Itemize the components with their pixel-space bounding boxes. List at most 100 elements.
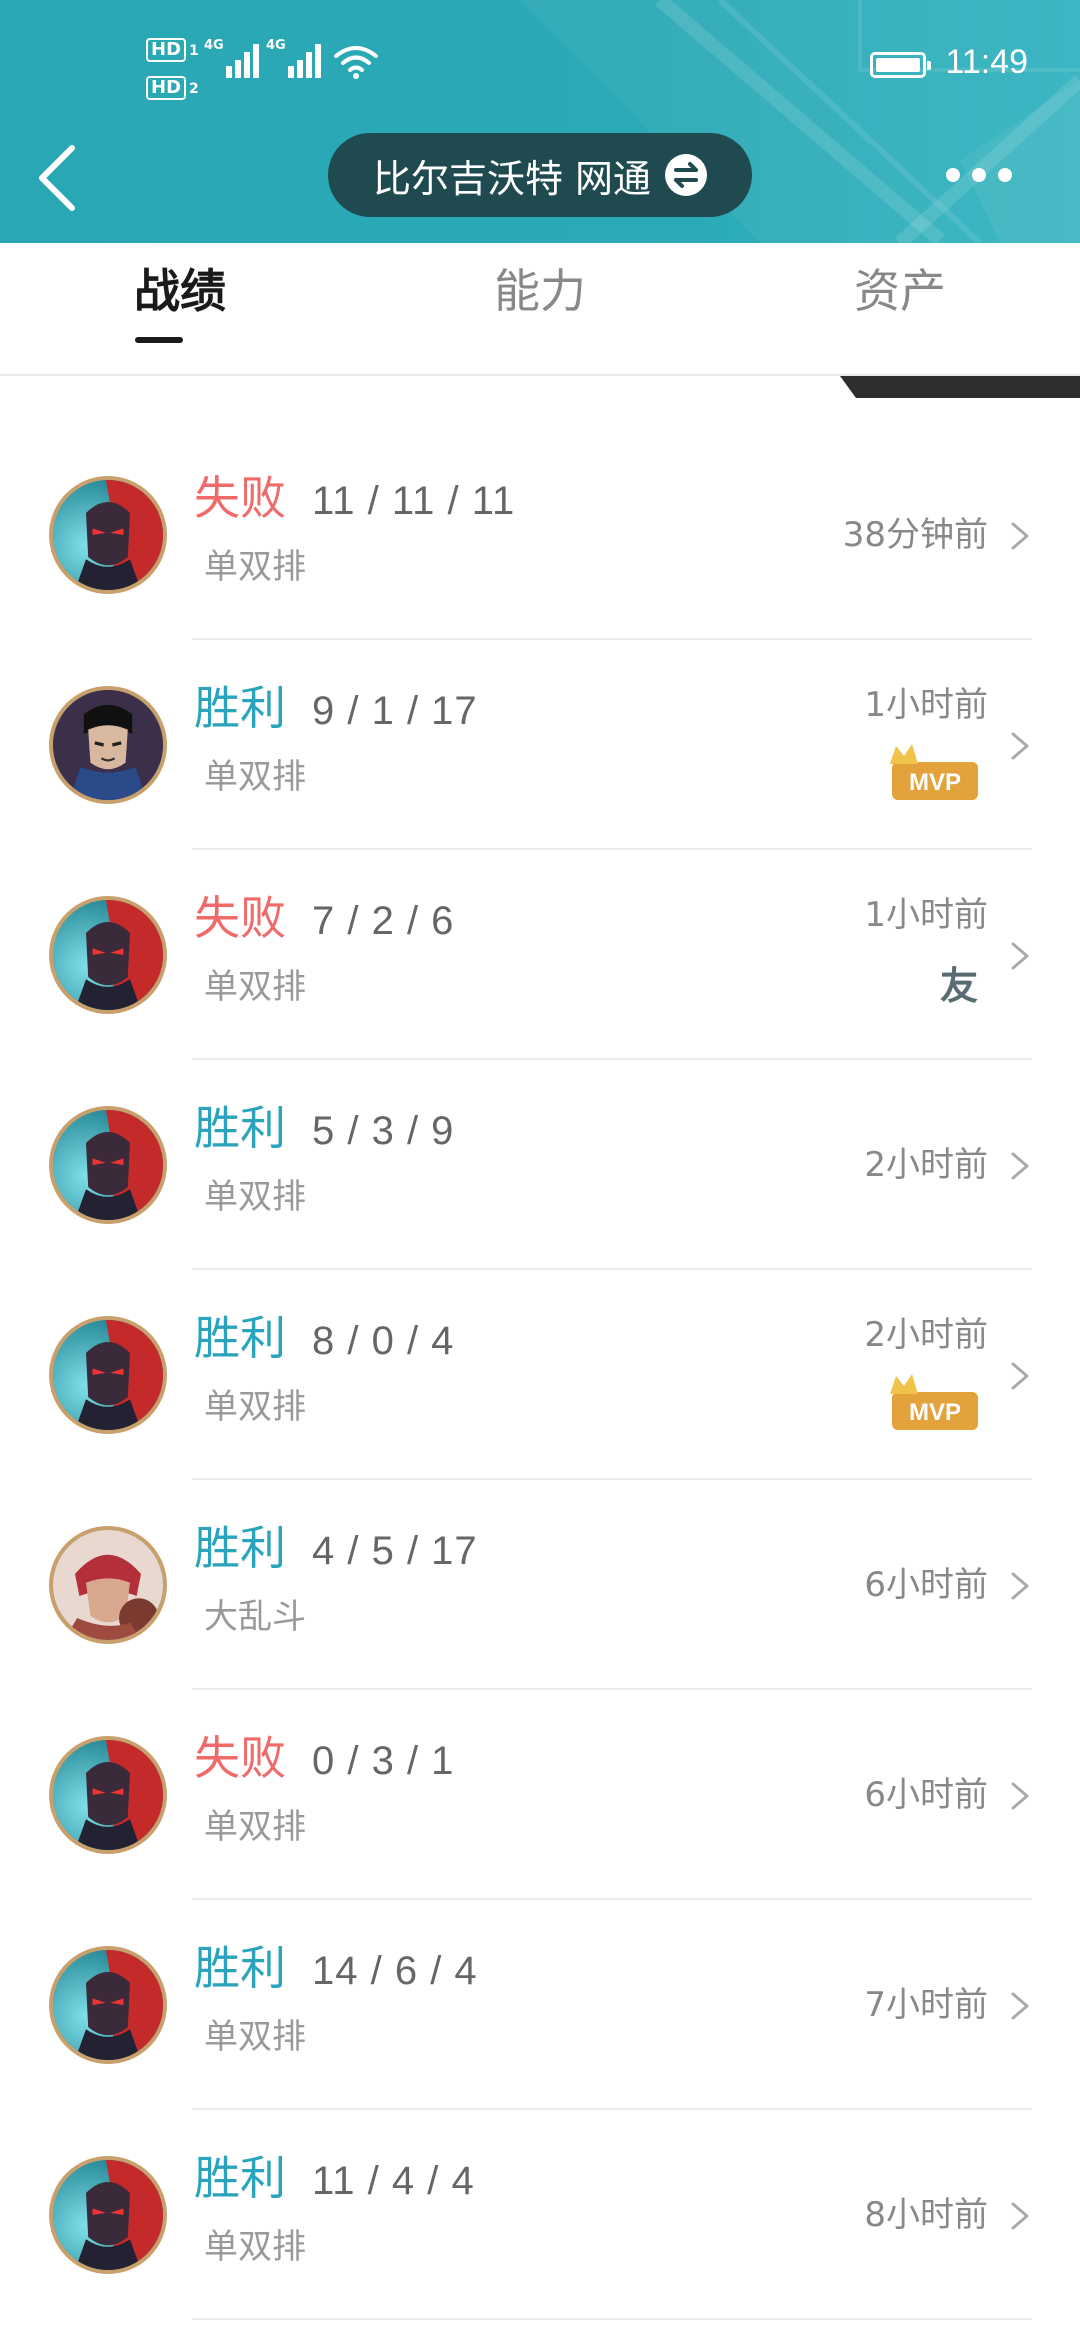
match-row[interactable]: 胜利 4 / 5 / 17 大乱斗 6小时前 bbox=[0, 1480, 1080, 1690]
kda-score: 8 / 0 / 4 bbox=[312, 1319, 455, 1363]
more-dot-icon bbox=[972, 168, 986, 182]
hero-avatar bbox=[49, 1736, 167, 1854]
active-tab-indicator bbox=[135, 337, 183, 343]
chevron-right-icon bbox=[1008, 2198, 1032, 2234]
tab-record-label: 战绩 bbox=[134, 264, 226, 318]
match-result: 失败 bbox=[194, 471, 286, 525]
more-dot-icon bbox=[998, 168, 1012, 182]
match-result: 胜利 bbox=[194, 2151, 286, 2205]
match-time: 2小时前 bbox=[864, 1315, 988, 1355]
clock: 11:49 bbox=[945, 43, 1028, 81]
hero-avatar bbox=[49, 686, 167, 804]
match-result: 胜利 bbox=[194, 681, 286, 735]
match-time: 1小时前 bbox=[864, 685, 988, 725]
match-time: 1小时前 bbox=[864, 895, 988, 935]
kda-score: 4 / 5 / 17 bbox=[312, 1529, 478, 1573]
match-result: 失败 bbox=[194, 891, 286, 945]
hero-avatar bbox=[49, 476, 167, 594]
back-arrow-icon bbox=[39, 145, 75, 211]
svg-text:MVP: MVP bbox=[909, 769, 961, 796]
chevron-right-icon bbox=[1008, 1358, 1032, 1394]
game-mode: 单双排 bbox=[204, 2227, 306, 2267]
game-mode: 单双排 bbox=[204, 2017, 306, 2057]
swap-icon bbox=[665, 154, 708, 196]
match-result: 胜利 bbox=[194, 1101, 286, 1155]
hero-avatar bbox=[49, 1946, 167, 2064]
tab-record[interactable]: 战绩 bbox=[90, 261, 270, 351]
status-bar: HD 1 HD 2 4G 4G 11:49 bbox=[0, 0, 1080, 120]
game-mode: 单双排 bbox=[204, 547, 306, 587]
chevron-right-icon bbox=[1008, 938, 1032, 974]
header: HD 1 HD 2 4G 4G 11:49 比尔吉沃特 网通 bbox=[0, 0, 1080, 243]
network1-label: 4G bbox=[204, 38, 224, 53]
hero-avatar bbox=[49, 896, 167, 1014]
sim1-hd-label: HD bbox=[146, 38, 187, 62]
match-row[interactable]: 失败 0 / 3 / 1 单双排 6小时前 bbox=[0, 1690, 1080, 1900]
server-name: 比尔吉沃特 网通 bbox=[372, 156, 652, 201]
match-row[interactable]: 胜利 8 / 0 / 4 单双排 2小时前 MVP bbox=[0, 1270, 1080, 1480]
network2-label: 4G bbox=[266, 38, 286, 53]
game-mode: 大乱斗 bbox=[204, 1597, 306, 1637]
chevron-right-icon bbox=[1008, 518, 1032, 554]
row-divider bbox=[192, 2318, 1032, 2320]
kda-score: 11 / 11 / 11 bbox=[312, 479, 516, 523]
kda-score: 7 / 2 / 6 bbox=[312, 899, 455, 943]
match-row[interactable]: 胜利 5 / 3 / 9 单双排 2小时前 bbox=[0, 1060, 1080, 1270]
server-switch-button[interactable]: 比尔吉沃特 网通 bbox=[328, 133, 752, 217]
game-mode: 单双排 bbox=[204, 1387, 306, 1427]
kda-score: 14 / 6 / 4 bbox=[312, 1949, 478, 1993]
tab-ability[interactable]: 能力 bbox=[450, 261, 630, 351]
mvp-badge-icon: MVP bbox=[888, 1372, 980, 1432]
hero-avatar bbox=[49, 1526, 167, 1644]
game-mode: 单双排 bbox=[204, 1807, 306, 1847]
match-time: 38分钟前 bbox=[842, 515, 988, 555]
mvp-badge-icon: MVP bbox=[888, 742, 980, 802]
tab-assets-label: 资产 bbox=[854, 264, 946, 318]
more-options-button[interactable] bbox=[946, 160, 1016, 190]
battery-icon bbox=[870, 52, 931, 78]
game-mode: 单双排 bbox=[204, 967, 306, 1007]
chevron-right-icon bbox=[1008, 1988, 1032, 2024]
chevron-right-icon bbox=[1008, 1568, 1032, 1604]
match-time: 6小时前 bbox=[864, 1565, 988, 1605]
wifi-icon bbox=[334, 46, 378, 79]
kda-score: 9 / 1 / 17 bbox=[312, 689, 478, 733]
back-button[interactable] bbox=[28, 138, 88, 218]
chevron-right-icon bbox=[1008, 1148, 1032, 1184]
hero-avatar bbox=[49, 1316, 167, 1434]
svg-text:MVP: MVP bbox=[909, 1399, 961, 1426]
match-result: 胜利 bbox=[194, 1521, 286, 1575]
hero-avatar bbox=[49, 2156, 167, 2274]
tab-bar: 战绩 能力 资产 bbox=[0, 243, 1080, 376]
match-row[interactable]: 胜利 11 / 4 / 4 单双排 8小时前 bbox=[0, 2110, 1080, 2320]
match-list: 失败 11 / 11 / 11 单双排 38分钟前 胜利 9 / 1 / 17 单双排 1小时… bbox=[0, 430, 1080, 2320]
match-time: 8小时前 bbox=[864, 2195, 988, 2235]
kda-score: 0 / 3 / 1 bbox=[312, 1739, 455, 1783]
sim1-index: 1 bbox=[189, 43, 199, 59]
hero-avatar bbox=[49, 1106, 167, 1224]
sim2-index: 2 bbox=[189, 81, 199, 97]
match-row[interactable]: 失败 7 / 2 / 6 单双排 1小时前友 bbox=[0, 850, 1080, 1060]
game-mode: 单双排 bbox=[204, 1177, 306, 1217]
chevron-right-icon bbox=[1008, 728, 1032, 764]
sim1-indicator: HD 1 bbox=[146, 38, 199, 62]
match-result: 胜利 bbox=[194, 1311, 286, 1365]
tab-assets[interactable]: 资产 bbox=[810, 261, 990, 351]
sim2-indicator: HD 2 bbox=[146, 76, 199, 100]
scrolled-filter-bar-peek bbox=[840, 376, 1080, 398]
screen: HD 1 HD 2 4G 4G 11:49 比尔吉沃特 网通 战绩 能力 资产 … bbox=[0, 0, 1080, 2340]
match-row[interactable]: 胜利 14 / 6 / 4 单双排 7小时前 bbox=[0, 1900, 1080, 2110]
match-time: 2小时前 bbox=[864, 1145, 988, 1185]
match-result: 胜利 bbox=[194, 1941, 286, 1995]
match-row[interactable]: 胜利 9 / 1 / 17 单双排 1小时前 MVP bbox=[0, 640, 1080, 850]
kda-score: 11 / 4 / 4 bbox=[312, 2159, 475, 2203]
match-time: 7小时前 bbox=[864, 1985, 988, 2025]
kda-score: 5 / 3 / 9 bbox=[312, 1109, 455, 1153]
tab-ability-label: 能力 bbox=[494, 264, 586, 318]
match-result: 失败 bbox=[194, 1731, 286, 1785]
sim2-hd-label: HD bbox=[146, 76, 187, 100]
more-dot-icon bbox=[946, 168, 960, 182]
match-row[interactable]: 失败 11 / 11 / 11 单双排 38分钟前 bbox=[0, 430, 1080, 640]
chevron-right-icon bbox=[1008, 1778, 1032, 1814]
friend-badge: 友 bbox=[939, 964, 978, 1008]
